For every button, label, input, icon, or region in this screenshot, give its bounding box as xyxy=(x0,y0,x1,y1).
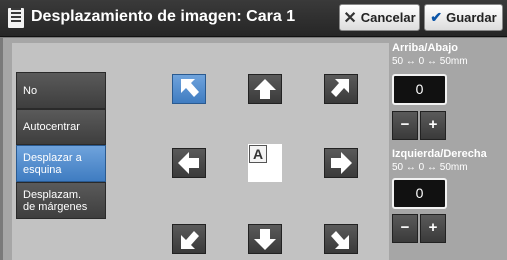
arrow-left-icon xyxy=(178,152,199,174)
option-label: Desplazam. de márgenes xyxy=(23,188,88,213)
vertical-increase-button[interactable]: + xyxy=(420,111,446,140)
horizontal-shift-label: Izquierda/Derecha xyxy=(392,148,487,160)
arrow-bottom-left-icon xyxy=(181,231,199,249)
arrow-down-icon xyxy=(254,229,276,250)
page-title: Desplazamiento de imagen: Cara 1 xyxy=(31,8,296,25)
option-label: Desplazar a esquina xyxy=(23,151,82,176)
title-bar: Desplazamiento de imagen: Cara 1 ✕ Cance… xyxy=(0,0,507,37)
arrow-down-button[interactable] xyxy=(248,224,282,254)
option-no[interactable]: No xyxy=(16,72,106,109)
arrow-bottom-right-icon xyxy=(331,231,349,249)
vertical-decrease-button[interactable]: − xyxy=(392,111,418,140)
arrow-left-button[interactable] xyxy=(172,148,206,178)
arrow-up-button[interactable] xyxy=(248,74,282,104)
arrow-bottom-left-button[interactable] xyxy=(172,224,206,254)
arrow-top-right-icon xyxy=(331,79,349,97)
option-corner-shift[interactable]: Desplazar a esquina xyxy=(16,145,106,182)
close-icon: ✕ xyxy=(343,9,357,27)
option-margin-shift[interactable]: Desplazam. de márgenes xyxy=(16,182,106,219)
horizontal-shift-range: 50 ↔ 0 ↔ 50mm xyxy=(392,162,468,173)
arrow-up-icon xyxy=(254,79,276,99)
save-label: Guardar xyxy=(446,10,497,25)
arrow-right-button[interactable] xyxy=(324,148,358,178)
cancel-button[interactable]: ✕ Cancelar xyxy=(339,4,420,31)
checkmark-icon: ✔ xyxy=(430,9,443,25)
vertical-shift-value[interactable]: 0 xyxy=(392,74,447,105)
horizontal-increase-button[interactable]: + xyxy=(420,214,446,243)
option-label: Autocentrar xyxy=(23,121,80,133)
cancel-label: Cancelar xyxy=(360,10,416,25)
image-letter: A xyxy=(249,145,267,163)
arrow-top-left-icon xyxy=(181,79,199,97)
arrow-bottom-right-button[interactable] xyxy=(324,224,358,254)
option-label: No xyxy=(23,84,38,97)
save-button[interactable]: ✔ Guardar xyxy=(424,4,503,31)
document-icon xyxy=(8,8,24,28)
vertical-shift-label: Arriba/Abajo xyxy=(392,42,459,54)
vertical-shift-range: 50 ↔ 0 ↔ 50mm xyxy=(392,56,468,67)
option-autocenter[interactable]: Autocentrar xyxy=(16,109,106,145)
image-position-preview: A xyxy=(248,144,282,182)
horizontal-shift-value[interactable]: 0 xyxy=(392,178,447,209)
arrow-right-icon xyxy=(331,152,352,174)
arrow-top-right-button[interactable] xyxy=(324,74,358,104)
horizontal-decrease-button[interactable]: − xyxy=(392,214,418,243)
arrow-top-left-button[interactable] xyxy=(172,74,206,104)
